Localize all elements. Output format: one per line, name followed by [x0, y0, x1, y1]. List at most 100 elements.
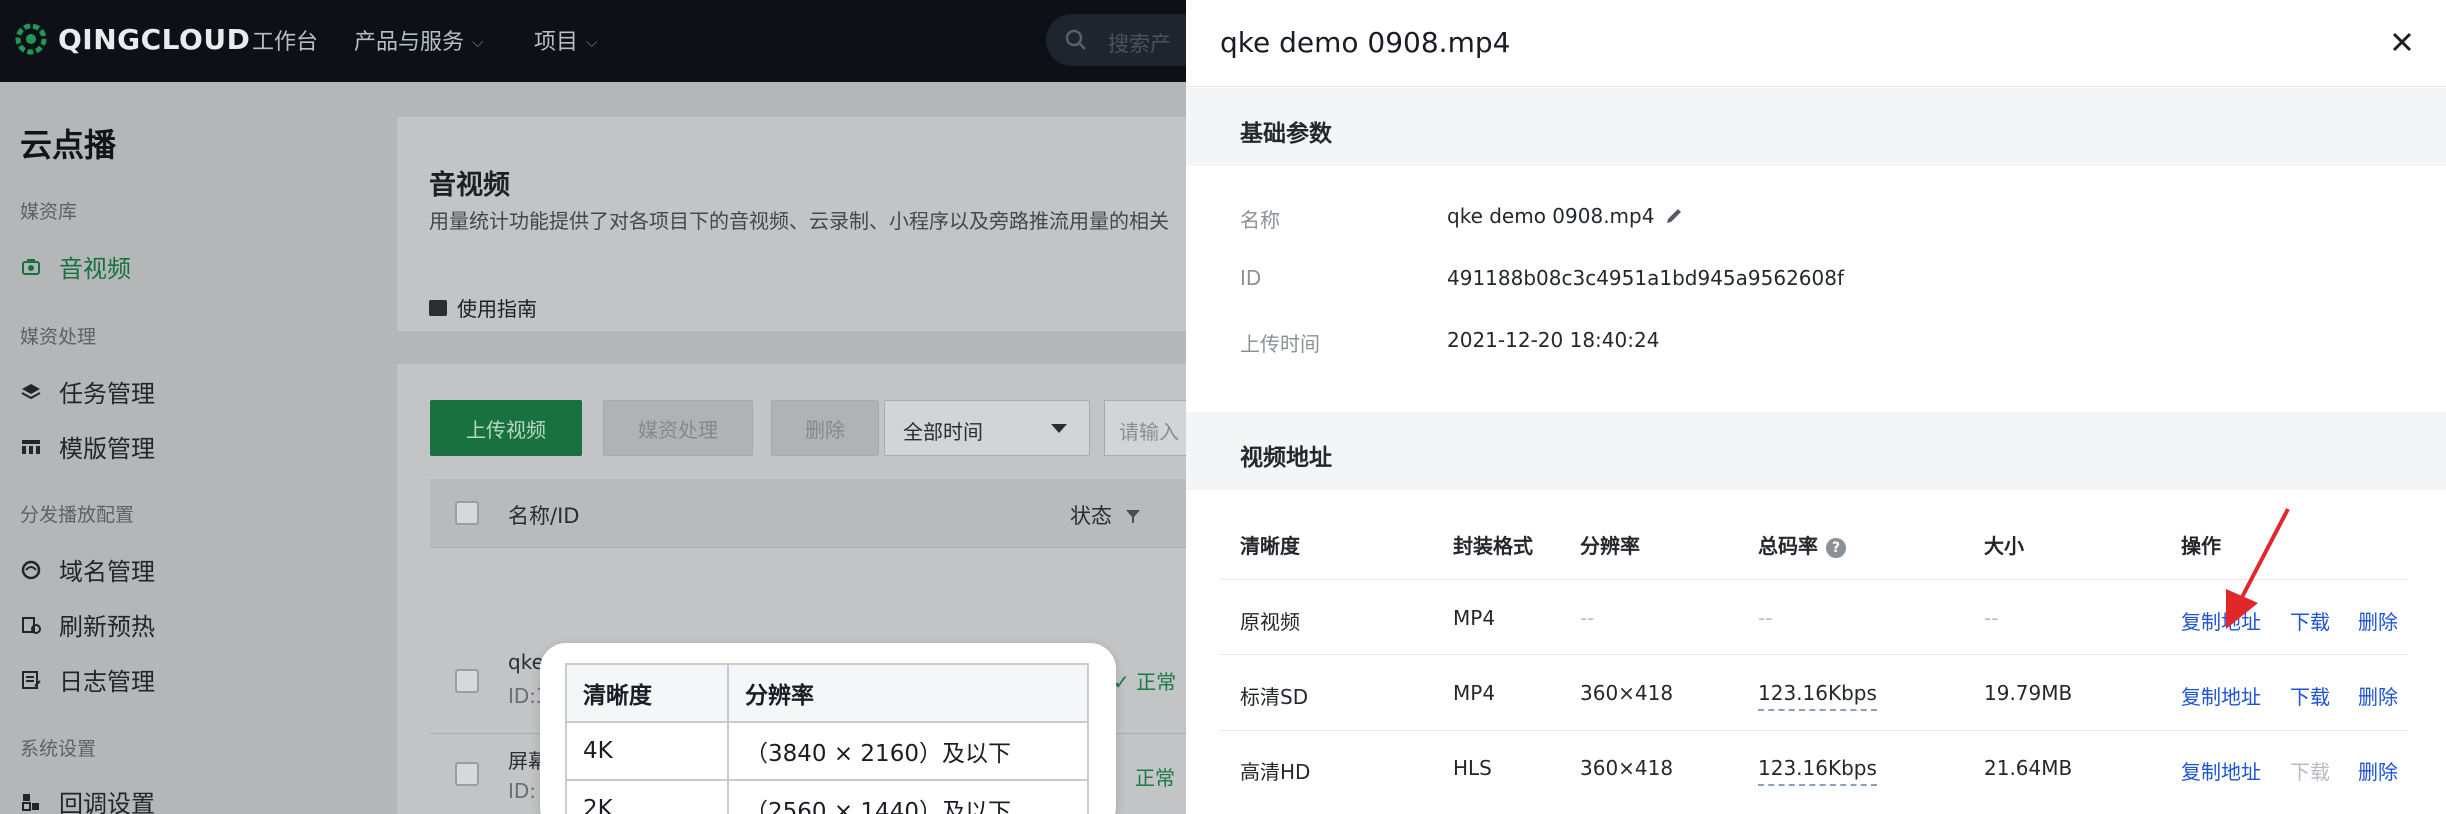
sidebar-item-logs[interactable]: 日志管理	[20, 662, 155, 697]
cell-size: --	[1984, 606, 1999, 630]
nav-projects[interactable]: 项目 ⌵	[534, 24, 597, 56]
column-header-bitrate-label: 总码率	[1758, 534, 1818, 558]
field-label-upload-time: 上传时间	[1240, 332, 1320, 356]
edit-pencil-icon[interactable]	[1664, 206, 1684, 226]
field-value-name: qke demo 0908.mp4	[1447, 204, 1684, 228]
callback-icon	[20, 791, 42, 813]
cell-resolution: 360×418	[1580, 681, 1674, 705]
row-divider	[430, 547, 1217, 548]
resolution-table-cell: 4K	[565, 721, 729, 781]
search-icon	[1065, 29, 1086, 50]
column-header-bitrate: 总码率?	[1758, 530, 1846, 559]
field-label-id: ID	[1240, 266, 1262, 290]
section-header-basic: 基础参数	[1186, 88, 2446, 166]
download-link[interactable]: 下载	[2290, 681, 2330, 710]
sidebar-item-label: 域名管理	[59, 558, 155, 586]
global-search-input[interactable]: 搜索产	[1046, 14, 1206, 66]
template-icon	[20, 436, 42, 458]
cell-quality: 高清HD	[1240, 760, 1311, 784]
delete-link[interactable]: 删除	[2358, 681, 2398, 710]
nav-products[interactable]: 产品与服务 ⌵	[354, 24, 483, 56]
nav-label: 项目	[534, 30, 579, 55]
log-icon	[20, 669, 42, 691]
row-checkbox[interactable]	[455, 762, 479, 786]
field-value-upload-time: 2021-12-20 18:40:24	[1447, 328, 1660, 352]
table-header: 名称/ID 状态	[430, 479, 1217, 547]
sidebar-title: 云点播	[20, 126, 117, 164]
close-icon[interactable]	[2382, 22, 2422, 62]
search-placeholder: 搜索产	[1108, 32, 1171, 56]
copy-url-link[interactable]: 复制地址	[2181, 756, 2261, 785]
row-checkbox[interactable]	[455, 669, 479, 693]
select-all-checkbox[interactable]	[455, 501, 479, 525]
time-filter-select[interactable]: 全部时间	[884, 400, 1090, 456]
sidebar-item-label: 刷新预热	[59, 613, 155, 641]
delete-link[interactable]: 删除	[2358, 756, 2398, 785]
copy-url-link[interactable]: 复制地址	[2181, 681, 2261, 710]
sidebar-item-label: 回调设置	[59, 790, 155, 814]
brand-name: QINGCLOUD	[58, 22, 251, 56]
book-icon	[429, 299, 447, 316]
resolution-table-header: 清晰度	[565, 663, 729, 723]
video-icon	[20, 256, 42, 278]
chevron-down-icon: ⌵	[472, 33, 484, 51]
sidebar-item-label: 音视频	[59, 255, 131, 283]
column-header-format: 封装格式	[1453, 534, 1533, 558]
sidebar-group-label: 媒资处理	[20, 326, 97, 348]
cell-bitrate: --	[1758, 606, 1773, 630]
brand-logo[interactable]: QINGCLOUD	[10, 18, 250, 60]
cell-format: MP4	[1453, 606, 1496, 630]
cell-size: 21.64MB	[1984, 756, 2073, 780]
cell-resolution: 360×418	[1580, 756, 1674, 780]
sidebar-item-callback[interactable]: 回调设置	[20, 784, 155, 814]
sidebar-item-tasks[interactable]: 任务管理	[20, 374, 155, 409]
delete-button[interactable]: 删除	[771, 400, 879, 456]
sidebar-group-label: 分发播放配置	[20, 504, 135, 526]
field-label-name: 名称	[1240, 208, 1280, 232]
resolution-table-cell: （3840 × 2160）及以下	[727, 721, 1089, 781]
nav-workbench[interactable]: 工作台	[252, 24, 318, 56]
cell-quality: 标清SD	[1240, 685, 1309, 709]
column-header-status[interactable]: 状态	[1070, 500, 1141, 530]
column-header-resolution: 分辨率	[1580, 534, 1640, 558]
section-title: 基础参数	[1240, 121, 1332, 147]
resolution-table-cell: 2K	[565, 779, 729, 814]
sidebar-item-domains[interactable]: 域名管理	[20, 552, 155, 587]
chevron-down-icon: ⌵	[586, 33, 598, 51]
cell-bitrate[interactable]: 123.16Kbps	[1758, 681, 1877, 711]
annotation-arrow-icon	[2226, 508, 2290, 629]
status-badge: ✓ 正常	[1113, 670, 1177, 694]
delete-link[interactable]: 删除	[2358, 606, 2398, 635]
cell-quality: 原视频	[1240, 610, 1300, 634]
row-divider	[1220, 730, 2408, 731]
upload-video-button[interactable]: 上传视频	[430, 400, 582, 456]
resolution-table: 清晰度 分辨率 4K （3840 × 2160）及以下 2K （2560 × 1…	[565, 663, 1089, 814]
media-process-button[interactable]: 媒资处理	[603, 400, 753, 456]
download-link[interactable]: 下载	[2290, 606, 2330, 635]
sidebar-item-label: 模版管理	[59, 435, 155, 463]
sidebar-group-label: 媒资库	[20, 201, 78, 223]
sidebar-item-templates[interactable]: 模版管理	[20, 429, 155, 464]
help-icon[interactable]: ?	[1826, 538, 1846, 558]
nav-label: 产品与服务	[354, 30, 465, 55]
cell-bitrate[interactable]: 123.16Kbps	[1758, 756, 1877, 786]
sidebar-item-label: 任务管理	[59, 380, 155, 408]
resolution-table-header: 分辨率	[727, 663, 1089, 723]
caret-down-icon	[1051, 424, 1067, 433]
resolution-popup: 清晰度 分辨率 4K （3840 × 2160）及以下 2K （2560 × 1…	[540, 643, 1116, 814]
cell-resolution: --	[1580, 606, 1595, 630]
cell-size: 19.79MB	[1984, 681, 2073, 705]
column-header-size: 大小	[1984, 534, 2024, 558]
sidebar-item-refresh[interactable]: 刷新预热	[20, 607, 155, 642]
layers-icon	[20, 381, 42, 403]
time-filter-value: 全部时间	[903, 420, 983, 444]
sidebar-item-video[interactable]: 音视频	[20, 249, 131, 284]
filter-icon	[1125, 510, 1140, 523]
cell-format: HLS	[1453, 756, 1492, 780]
page-header-card: 音视频 用量统计功能提供了对各项目下的音视频、云录制、小程序以及旁路推流用量的相…	[397, 117, 1217, 331]
video-detail-drawer: qke demo 0908.mp4 基础参数 名称 qke demo 0908.…	[1186, 0, 2446, 814]
column-header-actions: 操作	[2181, 534, 2221, 558]
refresh-icon	[20, 614, 42, 636]
guide-link[interactable]: 使用指南	[429, 293, 537, 322]
download-link-disabled: 下载	[2290, 760, 2330, 784]
